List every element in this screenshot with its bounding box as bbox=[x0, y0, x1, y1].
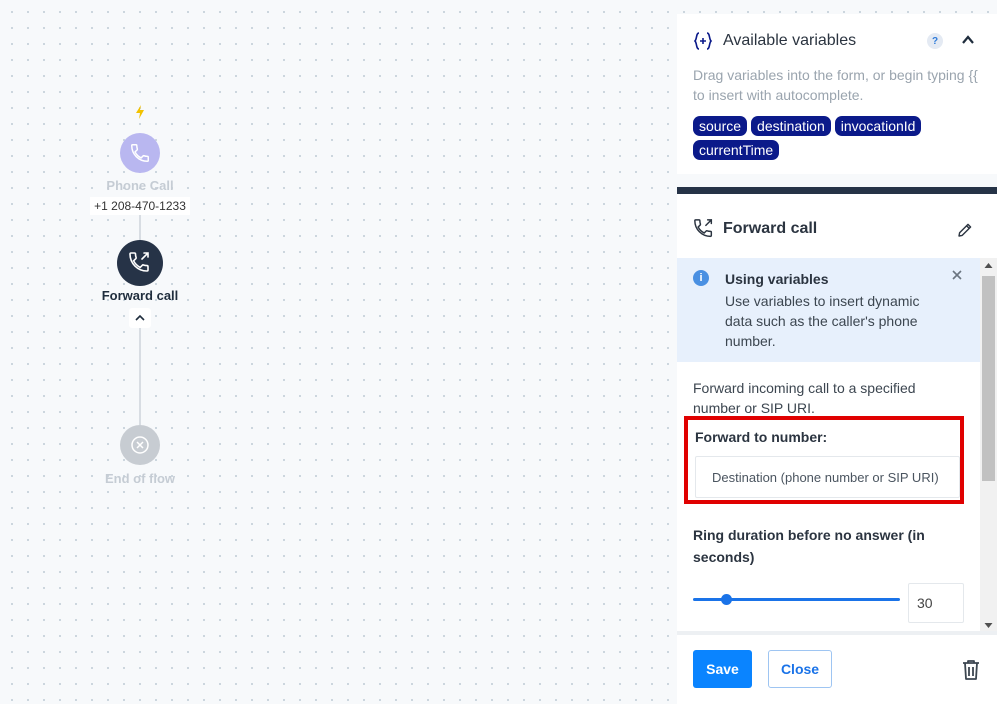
scroll-up-arrow-icon[interactable] bbox=[984, 262, 993, 269]
ring-duration-label: Ring duration before no answer (in secon… bbox=[693, 527, 925, 565]
ring-duration-slider-handle[interactable] bbox=[720, 594, 732, 605]
variables-description: Drag variables into the form, or begin t… bbox=[693, 67, 978, 103]
lightning-icon bbox=[136, 105, 144, 119]
end-of-flow-label: End of flow bbox=[104, 471, 176, 486]
save-button[interactable]: Save bbox=[693, 650, 752, 688]
forward-call-header: Forward call bbox=[693, 214, 981, 244]
variables-header: Available variables ? bbox=[693, 28, 983, 54]
phone-icon bbox=[131, 144, 149, 162]
variable-chip-destination[interactable]: destination bbox=[751, 116, 831, 136]
variable-chip-currenttime[interactable]: currentTime bbox=[693, 140, 780, 160]
variable-chips: source destination invocationId currentT… bbox=[693, 116, 989, 160]
end-of-flow-node[interactable] bbox=[120, 425, 160, 465]
close-circle-icon bbox=[131, 436, 149, 454]
info-banner: i Using variables Use variables to inser… bbox=[677, 258, 980, 362]
chevron-up-icon bbox=[135, 314, 145, 321]
forward-call-panel: Forward call i Using variables Use varia… bbox=[677, 187, 997, 704]
close-button[interactable]: Close bbox=[768, 650, 832, 688]
info-icon: i bbox=[693, 270, 709, 286]
phone-call-node[interactable] bbox=[120, 133, 160, 173]
chevron-up-icon[interactable] bbox=[961, 33, 975, 47]
trash-icon[interactable] bbox=[961, 659, 981, 681]
braces-icon bbox=[693, 32, 713, 50]
collapse-node-button[interactable] bbox=[129, 308, 151, 328]
connector-line bbox=[139, 215, 141, 240]
destination-input[interactable] bbox=[695, 456, 960, 498]
variables-title: Available variables bbox=[723, 32, 857, 49]
connector-line bbox=[139, 328, 141, 425]
forward-description: Forward incoming call to a specified num… bbox=[693, 380, 916, 416]
phone-call-number: +1 208-470-1233 bbox=[90, 197, 190, 215]
forward-call-title: Forward call bbox=[723, 220, 818, 237]
variable-chip-source[interactable]: source bbox=[693, 116, 748, 136]
forward-call-icon bbox=[694, 219, 713, 238]
panel-footer: Save Close bbox=[677, 631, 997, 704]
info-title: Using variables bbox=[725, 271, 829, 287]
phone-call-label: Phone Call bbox=[106, 178, 174, 193]
scrollbar-thumb[interactable] bbox=[982, 276, 995, 481]
forward-call-label: Forward call bbox=[101, 288, 179, 303]
ring-duration-input[interactable]: 30 bbox=[908, 583, 964, 623]
edit-icon[interactable] bbox=[957, 222, 973, 238]
close-icon[interactable] bbox=[952, 270, 962, 280]
forward-to-number-label: Forward to number: bbox=[695, 429, 828, 445]
forward-call-icon bbox=[129, 252, 149, 272]
forward-call-node[interactable] bbox=[117, 240, 163, 286]
forward-call-form: i Using variables Use variables to inser… bbox=[677, 258, 980, 631]
scroll-down-arrow-icon[interactable] bbox=[984, 622, 993, 629]
variable-chip-invocationid[interactable]: invocationId bbox=[834, 116, 922, 136]
help-icon[interactable]: ? bbox=[927, 33, 943, 49]
variables-panel: Available variables ? Drag variables int… bbox=[677, 14, 997, 174]
info-text: Use variables to insert dynamic data suc… bbox=[725, 293, 920, 349]
